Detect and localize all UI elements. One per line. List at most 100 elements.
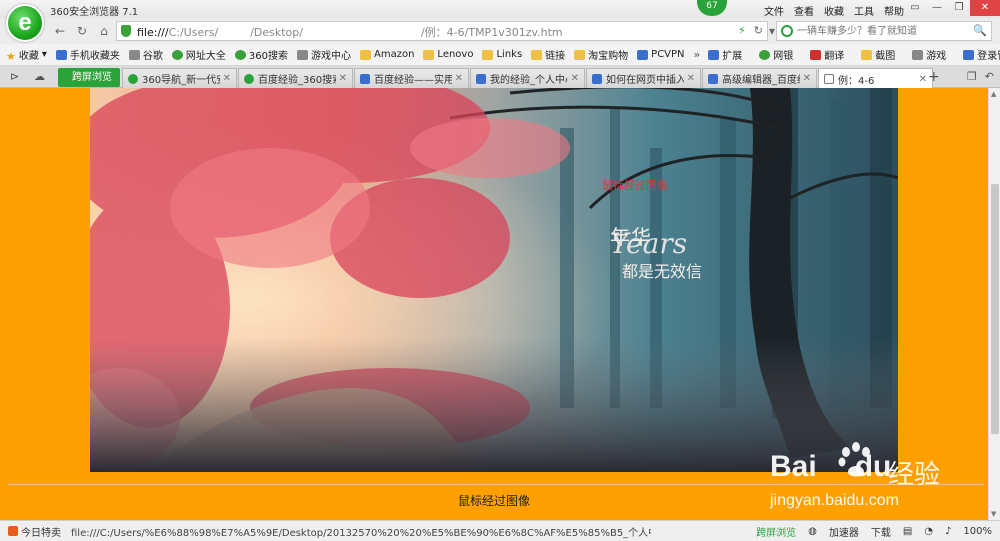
status-zoom[interactable]: 100%	[963, 526, 992, 537]
toolbar-login-manager[interactable]: 登录管家	[963, 47, 1000, 62]
bookmarks-more-icon[interactable]: »	[694, 48, 701, 61]
tab-close-icon[interactable]: ✕	[455, 73, 463, 84]
tab-my-experience[interactable]: 我的经验_个人中心 ✕	[470, 68, 585, 88]
menu-help[interactable]: 帮助	[884, 3, 904, 18]
bookmark-amazon[interactable]: Amazon	[360, 49, 414, 60]
toolbar-extensions[interactable]: 扩展	[708, 47, 742, 62]
bookmark-mobile[interactable]: 手机收藏夹	[55, 47, 120, 62]
sidebar-toggle-icon[interactable]: ⊳	[10, 70, 19, 83]
status-cross-screen[interactable]: 跨屏浏览	[756, 524, 796, 539]
hover-text: 鼠标经过图像	[602, 179, 668, 192]
security-shield-icon	[121, 25, 131, 37]
cloud-icon[interactable]: ☁	[34, 70, 45, 83]
tab-how-to-insert[interactable]: 如何在网页中插入 ✕	[586, 68, 701, 88]
close-icon[interactable]: ✕	[970, 0, 1000, 16]
home-icon[interactable]: ⌂	[94, 22, 114, 40]
translate-icon	[810, 49, 822, 60]
status-actions: 跨屏浏览 ◍ 加速器 下载 ▤ ◔ ♪ 100%	[756, 524, 1000, 539]
url-refresh-icon[interactable]: ↻	[754, 24, 763, 37]
lightning-icon[interactable]: ⚡	[738, 24, 746, 37]
toolbar-label: 翻译	[824, 51, 845, 62]
today-deals[interactable]: 今日特卖	[0, 524, 71, 539]
shield-icon	[759, 49, 771, 60]
scroll-up-icon[interactable]: ▲	[991, 90, 996, 98]
tab-close-icon[interactable]: ✕	[803, 73, 811, 84]
window-title: 360安全浏览器 7.1	[50, 7, 139, 18]
search-icon[interactable]: 🔍	[973, 24, 987, 37]
today-deals-label: 今日特卖	[21, 527, 61, 539]
toolbar-label: 游戏	[926, 51, 947, 62]
bookmark-lianjie[interactable]: 链接	[531, 47, 565, 62]
bookmark-favorites[interactable]: ★ 收藏 ▾	[6, 47, 47, 63]
sound-icon[interactable]: ♪	[945, 526, 951, 537]
top-menu: 文件 查看 收藏 工具 帮助	[764, 3, 904, 18]
vertical-scrollbar[interactable]: ▲ ▼	[988, 88, 1000, 520]
search-engine-icon[interactable]	[781, 25, 793, 37]
bookmark-pcvpn[interactable]: PCVPN	[637, 49, 685, 60]
tab-close-icon[interactable]: ✕	[571, 73, 579, 84]
tab-list-icon[interactable]: ❐	[967, 70, 977, 83]
bookmark-label: 网址大全	[185, 51, 226, 62]
toolbar-screenshot[interactable]: 截图	[861, 47, 895, 62]
status-url: file:///C:/Users/%E6%88%98%E7%A5%9E/Desk…	[71, 527, 651, 539]
tab-close-icon[interactable]: ✕	[223, 73, 231, 84]
bookmark-360-search[interactable]: 360搜索	[234, 47, 288, 62]
bookmark-url-directory[interactable]: 网址大全	[171, 47, 226, 62]
tab-baidu-experience[interactable]: 百度经验——实用 ✕	[354, 68, 469, 88]
menu-tools[interactable]: 工具	[854, 3, 874, 18]
tab-label: 百度经验——实用	[374, 75, 452, 86]
chevron-down-icon: ▾	[41, 49, 47, 60]
tab-advanced-editor[interactable]: 高级编辑器_百度经 ✕	[702, 68, 817, 88]
tab-360-nav[interactable]: 360导航_新一代安 ✕	[122, 68, 237, 88]
menu-favorites[interactable]: 收藏	[824, 3, 844, 18]
menu-file[interactable]: 文件	[764, 3, 784, 18]
tab-example-4-6[interactable]: 例：4-6 ✕	[818, 68, 933, 89]
toolbar-translate[interactable]: 翻译	[810, 47, 844, 62]
search-input[interactable]	[797, 23, 973, 39]
scroll-down-icon[interactable]: ▼	[991, 510, 996, 518]
bookmark-taobao[interactable]: 淘宝购物	[574, 47, 628, 62]
toolbar-games[interactable]: 游戏	[912, 47, 946, 62]
back-arrow-icon[interactable]: ←	[50, 22, 70, 40]
forest-image-art	[90, 88, 898, 472]
url-scheme: file:///	[137, 26, 169, 39]
skin-icon[interactable]: ▭	[904, 0, 926, 16]
cross-screen-button[interactable]: 跨屏浏览	[58, 68, 120, 87]
tab-bar-actions: ❐ ↶	[967, 70, 994, 83]
bookmark-label: PCVPN	[651, 49, 685, 60]
forest-image[interactable]	[90, 88, 898, 472]
tab-baidu-360search[interactable]: 百度经验_360搜索 ✕	[238, 68, 353, 88]
toolbar-right: 扩展 网银 翻译 截图 游戏 登录管家	[708, 47, 1000, 62]
tab-label: 我的经验_个人中心	[490, 75, 568, 86]
toolbar-bank[interactable]: 网银	[759, 47, 793, 62]
tab-label: 高级编辑器_百度经	[722, 75, 800, 86]
undo-close-icon[interactable]: ↶	[985, 70, 994, 83]
bookmark-google[interactable]: 谷歌	[128, 47, 163, 62]
page-icon	[128, 49, 140, 60]
bookmark-lenovo[interactable]: Lenovo	[423, 49, 473, 60]
clean-icon[interactable]: ◔	[924, 526, 933, 537]
tab-close-icon[interactable]: ✕	[919, 74, 927, 85]
new-tab-icon[interactable]: +	[928, 69, 940, 85]
vpn-icon	[637, 49, 649, 60]
counter-badge[interactable]: 67	[697, 0, 727, 16]
bookmark-game-center[interactable]: 游戏中心	[297, 47, 351, 62]
scroll-thumb[interactable]	[991, 184, 999, 434]
refresh-icon[interactable]: ↻	[72, 22, 92, 40]
notes-icon[interactable]: ▤	[903, 526, 912, 537]
menu-view[interactable]: 查看	[794, 3, 814, 18]
globe-icon[interactable]: ◍	[808, 526, 817, 537]
restore-icon[interactable]: ❐	[948, 0, 970, 16]
url-path-desktop: /Desktop/	[250, 26, 303, 39]
url-text[interactable]: file:///C:/Users/ /Desktop/ /例：4-6/TMP1v30…	[137, 24, 563, 40]
tab-close-icon[interactable]: ✕	[687, 73, 695, 84]
bookmark-label: 收藏	[18, 51, 39, 62]
tab-favicon-icon	[592, 73, 602, 84]
url-field[interactable]: file:///C:/Users/ /Desktop/ /例：4-6/TMP1v30…	[116, 21, 768, 41]
bookmark-links[interactable]: Links	[482, 49, 522, 60]
grid-icon	[708, 49, 720, 60]
status-download[interactable]: 下载	[871, 524, 891, 539]
tab-close-icon[interactable]: ✕	[339, 73, 347, 84]
status-accelerator[interactable]: 加速器	[829, 524, 859, 539]
minimize-icon[interactable]: —	[926, 0, 948, 16]
